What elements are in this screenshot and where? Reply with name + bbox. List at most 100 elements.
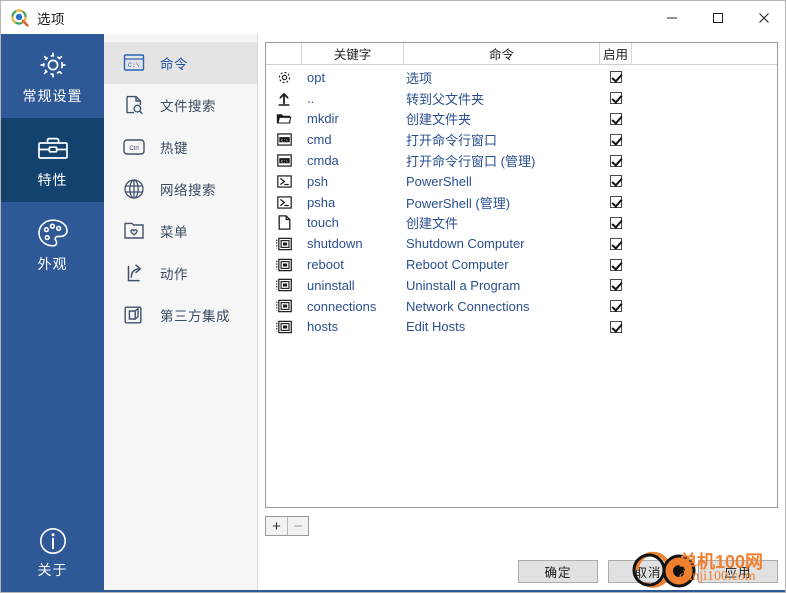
- svg-text:C:\: C:\: [281, 139, 288, 144]
- cell-keyword: cmd: [307, 132, 332, 148]
- enabled-checkbox[interactable]: [610, 196, 622, 209]
- cell-enabled[interactable]: [600, 213, 632, 234]
- enabled-checkbox[interactable]: [610, 154, 622, 167]
- cmd-icon: C:\: [266, 129, 302, 150]
- enabled-checkbox[interactable]: [610, 320, 622, 333]
- table-row[interactable]: mkdir 创建文件夹: [266, 109, 777, 130]
- maximize-button[interactable]: [695, 1, 741, 34]
- enabled-checkbox[interactable]: [610, 112, 622, 125]
- sidebar-item-general[interactable]: 常规设置: [1, 34, 104, 118]
- cell-enabled[interactable]: [600, 88, 632, 109]
- nav-item-menu-label: 菜单: [160, 225, 188, 240]
- file-search-icon: [122, 93, 146, 117]
- sidebar-item-general-label: 常规设置: [22, 88, 83, 104]
- nav-item-commands[interactable]: C:\ 命令: [104, 42, 257, 84]
- info-circle-icon: [38, 524, 68, 558]
- nav-item-actions-label: 动作: [160, 267, 188, 282]
- enabled-checkbox[interactable]: [610, 71, 622, 84]
- enabled-checkbox[interactable]: [610, 237, 622, 250]
- nav-item-third-party[interactable]: 第三方集成: [104, 294, 257, 336]
- nav-item-web-search[interactable]: 网络搜索: [104, 168, 257, 210]
- enabled-checkbox[interactable]: [610, 133, 622, 146]
- table-header: 关键字 命令 启用: [266, 43, 777, 65]
- enabled-checkbox[interactable]: [610, 92, 622, 105]
- main-content: 关键字 命令 启用 opt 选项 .. 转到父文件夹 mkdir 创建文件夹 C…: [258, 34, 785, 592]
- sidebar-item-features-label: 特性: [37, 172, 68, 188]
- enabled-checkbox[interactable]: [610, 279, 622, 292]
- svg-text:C:\: C:\: [128, 62, 140, 69]
- cell-enabled[interactable]: [600, 109, 632, 130]
- cell-enabled[interactable]: [600, 150, 632, 171]
- sidebar-item-about-label: 关于: [37, 562, 68, 578]
- cell-command: 打开命令行窗口: [406, 133, 498, 149]
- cell-keyword: uninstall: [307, 277, 355, 293]
- ok-button[interactable]: 确定: [518, 560, 598, 583]
- column-header-command[interactable]: 命令: [404, 43, 600, 64]
- cell-enabled[interactable]: [600, 129, 632, 150]
- table-row[interactable]: psha PowerShell (管理): [266, 192, 777, 213]
- windows-copy-icon: [122, 303, 146, 327]
- folder-heart-icon: [122, 219, 146, 243]
- cpl-applet-icon: [266, 275, 302, 296]
- remove-command-button[interactable]: −: [287, 517, 308, 535]
- cpl-applet-icon: [266, 317, 302, 338]
- nav-item-hotkeys[interactable]: Ctrl 热键: [104, 126, 257, 168]
- add-command-button[interactable]: +: [266, 517, 287, 535]
- cell-enabled[interactable]: [600, 275, 632, 296]
- enabled-checkbox[interactable]: [610, 216, 622, 229]
- secondary-nav: C:\ 命令 文件搜索 Ctrl 热键 网络搜索 菜单 动作 第三方集成: [104, 34, 258, 592]
- enabled-checkbox[interactable]: [610, 175, 622, 188]
- table-row[interactable]: .. 转到父文件夹: [266, 88, 777, 109]
- commands-table: 关键字 命令 启用 opt 选项 .. 转到父文件夹 mkdir 创建文件夹 C…: [265, 42, 778, 508]
- table-row[interactable]: touch 创建文件: [266, 213, 777, 234]
- table-row[interactable]: opt 选项: [266, 67, 777, 88]
- nav-item-actions[interactable]: 动作: [104, 252, 257, 294]
- cell-command: Shutdown Computer: [406, 236, 525, 252]
- list-tools: + −: [265, 516, 309, 536]
- cell-enabled[interactable]: [600, 296, 632, 317]
- sidebar-item-appearance[interactable]: 外观: [1, 202, 104, 286]
- minimize-button[interactable]: [649, 1, 695, 34]
- column-header-icon[interactable]: [266, 43, 302, 64]
- table-row[interactable]: connections Network Connections: [266, 296, 777, 317]
- cell-keyword: cmda: [307, 153, 339, 169]
- nav-item-hotkeys-label: 热键: [160, 141, 188, 156]
- cancel-button[interactable]: 取消: [608, 560, 688, 583]
- table-row[interactable]: uninstall Uninstall a Program: [266, 275, 777, 296]
- nav-item-menu[interactable]: 菜单: [104, 210, 257, 252]
- cell-command: PowerShell: [406, 173, 472, 189]
- enabled-checkbox[interactable]: [610, 258, 622, 271]
- table-row[interactable]: hosts Edit Hosts: [266, 317, 777, 338]
- nav-item-file-search-label: 文件搜索: [160, 99, 216, 114]
- table-row[interactable]: C:\ cmd 打开命令行窗口: [266, 129, 777, 150]
- column-header-keyword[interactable]: 关键字: [302, 43, 404, 64]
- cell-enabled[interactable]: [600, 67, 632, 88]
- primary-sidebar: 常规设置 特性 外观 关于: [1, 34, 104, 592]
- cell-keyword: psha: [307, 194, 336, 210]
- table-row[interactable]: shutdown Shutdown Computer: [266, 233, 777, 254]
- table-row[interactable]: reboot Reboot Computer: [266, 254, 777, 275]
- nav-item-web-search-label: 网络搜索: [160, 183, 216, 198]
- apply-button[interactable]: 应用: [698, 560, 778, 583]
- enabled-checkbox[interactable]: [610, 300, 622, 313]
- cell-command: Reboot Computer: [406, 257, 509, 273]
- sidebar-item-features[interactable]: 特性: [1, 118, 104, 202]
- cell-command: Network Connections: [406, 298, 530, 314]
- cell-enabled[interactable]: [600, 317, 632, 338]
- column-header-enabled[interactable]: 启用: [600, 43, 632, 64]
- table-row[interactable]: C:\ cmda 打开命令行窗口 (管理): [266, 150, 777, 171]
- cell-enabled[interactable]: [600, 254, 632, 275]
- nav-item-file-search[interactable]: 文件搜索: [104, 84, 257, 126]
- sidebar-item-about[interactable]: 关于: [1, 511, 104, 592]
- svg-text:C:\: C:\: [281, 159, 288, 164]
- table-row[interactable]: psh PowerShell: [266, 171, 777, 192]
- cpl-applet-icon: [266, 233, 302, 254]
- cell-enabled[interactable]: [600, 192, 632, 213]
- cell-keyword: ..: [307, 90, 315, 106]
- cell-enabled[interactable]: [600, 233, 632, 254]
- close-button[interactable]: [741, 1, 785, 34]
- table-body: opt 选项 .. 转到父文件夹 mkdir 创建文件夹 C:\ cmd 打开命令行窗口…: [266, 65, 777, 337]
- palette-icon: [36, 214, 70, 252]
- cell-enabled[interactable]: [600, 171, 632, 192]
- document-icon: [266, 213, 302, 234]
